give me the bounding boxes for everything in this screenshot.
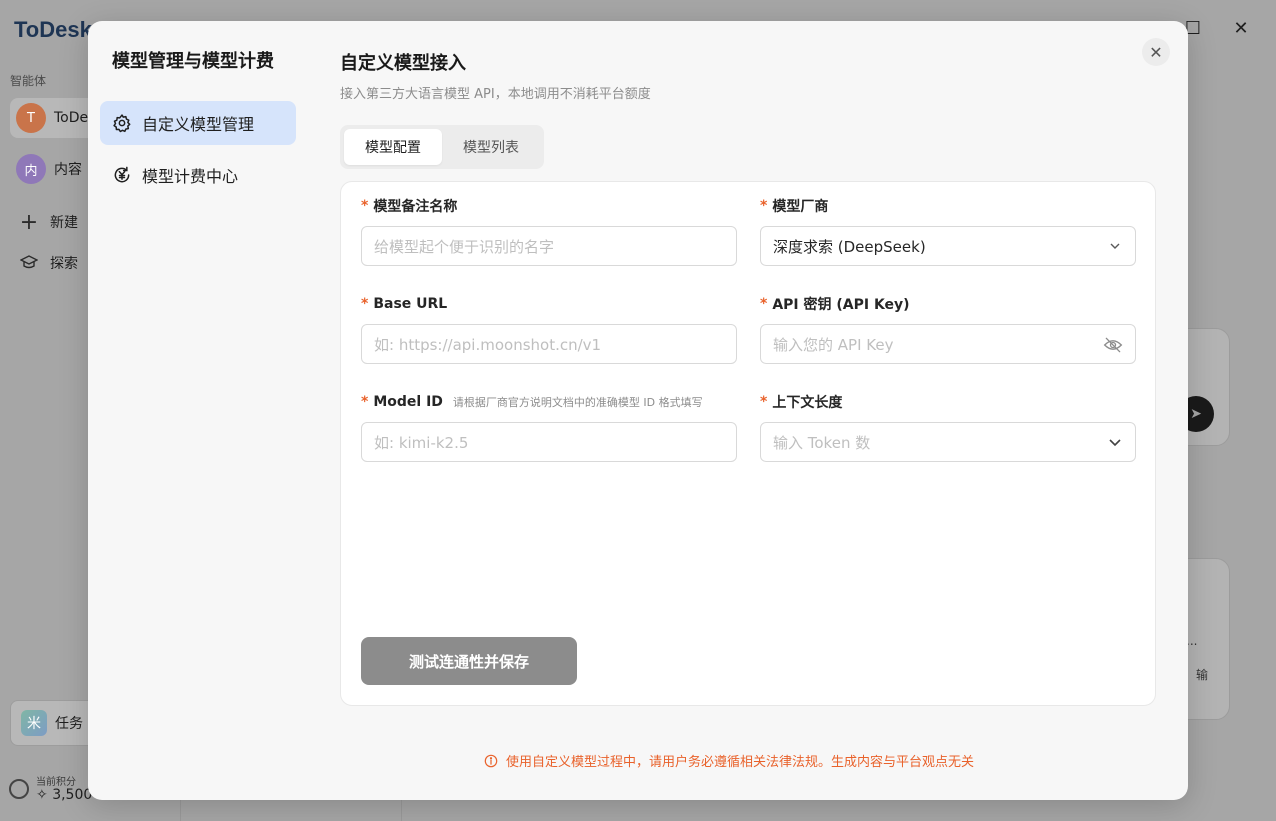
placeholder-text: 如: https://api.moonshot.cn/v1	[374, 335, 602, 354]
close-button[interactable]: ✕	[1142, 38, 1170, 66]
page-subtitle: 接入第三方大语言模型 API，本地调用不消耗平台额度	[340, 87, 651, 102]
required-mark: *	[760, 394, 768, 410]
test-and-save-button[interactable]: 测试连通性并保存	[361, 637, 577, 685]
chevron-down-icon	[1109, 439, 1121, 447]
placeholder-text: 给模型起个便于识别的名字	[374, 237, 555, 256]
field-label: * 上下文长度	[760, 392, 1136, 412]
notice-text: 使用自定义模型过程中，请用户务必遵循相关法律法规。生成内容与平台观点无关	[506, 755, 975, 770]
credits-value: ✧ 3,500	[36, 787, 93, 803]
eye-off-icon[interactable]	[1103, 336, 1123, 354]
divider	[180, 800, 181, 821]
vendor-select[interactable]: 深度求索 (DeepSeek)	[760, 226, 1136, 266]
avatar: T	[16, 103, 46, 133]
tab-model-list[interactable]: 模型列表	[442, 129, 540, 165]
required-mark: *	[361, 394, 369, 410]
divider	[401, 800, 402, 821]
nav-item-label: 模型计费中心	[142, 167, 239, 186]
chevron-down-icon	[1110, 243, 1120, 249]
field-label: * API 密钥 (API Key)	[760, 294, 1136, 314]
label-text: 上下文长度	[772, 395, 843, 411]
right-card-text: 输	[1196, 668, 1209, 682]
field-api-key: * API 密钥 (API Key) 输入您的 API Key	[760, 294, 1136, 364]
label-text: API 密钥 (API Key)	[772, 297, 910, 313]
tab-bar: 模型配置 模型列表	[340, 125, 544, 169]
nav-item-custom-models[interactable]: 自定义模型管理	[100, 101, 296, 145]
avatar: 内	[16, 154, 46, 184]
required-mark: *	[361, 296, 369, 312]
model-id-input[interactable]: 如: kimi-k2.5	[361, 422, 737, 462]
close-icon: ✕	[1149, 42, 1163, 62]
sidebar-item-label: 内容	[54, 162, 82, 178]
placeholder-text: 输入 Token 数	[773, 433, 871, 452]
credits-number: 3,500	[52, 787, 93, 803]
plus-icon: +	[19, 209, 39, 235]
api-key-input[interactable]: 输入您的 API Key	[760, 324, 1136, 364]
credits-label: 当前积分	[36, 777, 76, 788]
field-label: * Model ID 请根据厂商官方说明文档中的准确模型 ID 格式填写	[361, 392, 737, 412]
field-label: * Base URL	[361, 294, 737, 314]
context-length-select[interactable]: 输入 Token 数	[760, 422, 1136, 462]
label-text: 模型厂商	[772, 199, 829, 215]
modal-sidebar: 模型管理与模型计费 自定义模型管理 模型计费中心	[88, 21, 308, 800]
window-close-icon[interactable]: ✕	[1230, 18, 1252, 40]
required-mark: *	[361, 198, 369, 214]
field-model-name: * 模型备注名称 给模型起个便于识别的名字	[361, 196, 737, 266]
nav-item-billing-center[interactable]: 模型计费中心	[100, 153, 296, 197]
sidebar-section-label: 智能体	[10, 74, 47, 88]
sidebar-item-label: 新建	[50, 215, 78, 231]
sidebar-item-label: ToDe	[54, 110, 89, 126]
gear-icon	[113, 114, 131, 133]
task-icon: 米	[21, 710, 47, 736]
field-label: * 模型备注名称	[361, 196, 737, 216]
field-vendor: * 模型厂商 深度求索 (DeepSeek)	[760, 196, 1136, 266]
model-config-form: * 模型备注名称 给模型起个便于识别的名字 * 模型厂商 深度求索 (DeepS…	[340, 181, 1156, 706]
model-management-modal: 模型管理与模型计费 自定义模型管理 模型计费中心 自定义模型接入 接入第三方大语…	[88, 21, 1188, 800]
task-label: 任务	[55, 716, 83, 732]
placeholder-text: 输入您的 API Key	[773, 335, 894, 354]
base-url-input[interactable]: 如: https://api.moonshot.cn/v1	[361, 324, 737, 364]
field-base-url: * Base URL 如: https://api.moonshot.cn/v1	[361, 294, 737, 364]
graduation-cap-icon	[16, 251, 42, 276]
tab-model-config[interactable]: 模型配置	[344, 129, 442, 165]
field-context-length: * 上下文长度 输入 Token 数	[760, 392, 1136, 462]
model-name-input[interactable]: 给模型起个便于识别的名字	[361, 226, 737, 266]
app-logo: ToDesk	[14, 17, 92, 42]
placeholder-text: 如: kimi-k2.5	[374, 433, 469, 452]
selected-value: 深度求索 (DeepSeek)	[773, 237, 926, 256]
required-mark: *	[760, 198, 768, 214]
field-hint: 请根据厂商官方说明文档中的准确模型 ID 格式填写	[452, 396, 703, 409]
legal-notice: 使用自定义模型过程中，请用户务必遵循相关法律法规。生成内容与平台观点无关	[484, 751, 974, 770]
yuan-cycle-icon	[114, 166, 130, 183]
required-mark: *	[760, 296, 768, 312]
nav-item-label: 自定义模型管理	[142, 115, 255, 134]
label-text: Model ID	[373, 394, 443, 410]
page-title: 自定义模型接入	[340, 53, 466, 74]
label-text: 模型备注名称	[373, 199, 458, 215]
info-icon	[484, 754, 498, 767]
field-label: * 模型厂商	[760, 196, 1136, 216]
sidebar-item-label: 探索	[50, 256, 78, 272]
label-text: Base URL	[373, 296, 448, 312]
field-model-id: * Model ID 请根据厂商官方说明文档中的准确模型 ID 格式填写 如: …	[361, 392, 737, 462]
modal-heading: 模型管理与模型计费	[112, 51, 274, 72]
user-icon[interactable]	[9, 779, 29, 799]
